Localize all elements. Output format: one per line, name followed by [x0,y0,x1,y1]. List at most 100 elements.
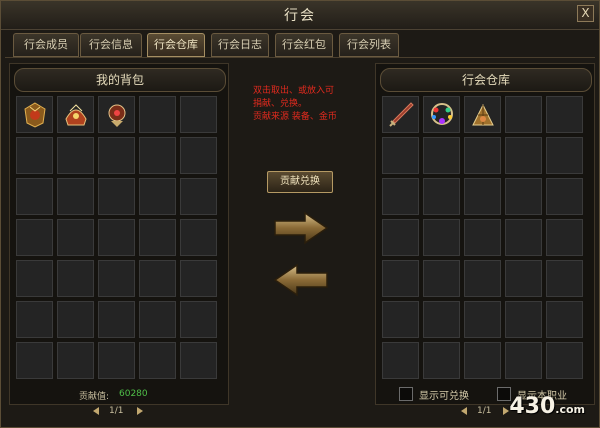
backpack-slot[interactable] [57,219,94,256]
tab-warehouse[interactable]: 行会仓库 [147,33,205,57]
warehouse-slot[interactable] [464,178,501,215]
backpack-slot[interactable] [139,137,176,174]
warehouse-slot[interactable] [505,301,542,338]
warehouse-slot[interactable] [505,260,542,297]
backpack-slot[interactable] [16,342,53,379]
watermark-suffix: .com [555,403,585,416]
warehouse-slot[interactable] [382,260,419,297]
warehouse-slot[interactable] [423,178,460,215]
backpack-slot[interactable] [180,342,217,379]
warehouse-slot[interactable] [423,342,460,379]
backpack-slot[interactable] [139,219,176,256]
backpack-slot[interactable] [98,219,135,256]
warehouse-slot[interactable] [505,178,542,215]
sword-icon [389,102,414,127]
warehouse-slot[interactable] [546,96,583,133]
jewel-necklace-icon [431,103,453,125]
backpack-slot[interactable] [16,137,53,174]
fan-icon [472,103,494,126]
warehouse-slot[interactable] [464,342,501,379]
left-arrow-icon[interactable] [273,263,329,297]
warehouse-slot[interactable] [423,260,460,297]
notice-line: 捐献、兑换。 [253,99,308,109]
watermark-text: 430 [509,394,556,419]
backpack-slot[interactable] [180,260,217,297]
tab-info[interactable]: 行会信息 [80,33,142,57]
backpack-slot[interactable] [16,301,53,338]
prev-page-icon[interactable] [91,406,101,416]
backpack-slot[interactable] [98,260,135,297]
warehouse-slot[interactable] [382,342,419,379]
warehouse-slot[interactable] [464,301,501,338]
backpack-slot[interactable] [16,96,53,133]
warehouse-slot[interactable] [382,219,419,256]
backpack-slot[interactable] [139,301,176,338]
backpack-slot[interactable] [139,260,176,297]
backpack-slot[interactable] [57,178,94,215]
backpack-slot[interactable] [57,260,94,297]
tab-red-packet[interactable]: 行会红包 [275,33,333,57]
tab-members[interactable]: 行会成员 [13,33,79,57]
backpack-slot[interactable] [57,137,94,174]
guild-window: 行会 X 行会成员 行会信息 行会仓库 行会日志 行会红包 行会列表 我的背包 … [0,0,600,428]
warehouse-slot[interactable] [423,301,460,338]
backpack-slot[interactable] [180,96,217,133]
backpack-slot[interactable] [16,260,53,297]
warehouse-slot[interactable] [546,301,583,338]
window-title: 行会 [284,8,316,24]
warehouse-slot[interactable] [505,342,542,379]
warehouse-slot[interactable] [546,137,583,174]
backpack-slot[interactable] [139,342,176,379]
warehouse-slot[interactable] [423,219,460,256]
warehouse-slot[interactable] [382,301,419,338]
warehouse-panel: 行会仓库 [375,63,595,405]
tab-list[interactable]: 行会列表 [339,33,399,57]
warehouse-slot[interactable] [546,219,583,256]
warehouse-slot[interactable] [382,96,419,133]
backpack-slot[interactable] [57,96,94,133]
backpack-slot[interactable] [98,137,135,174]
next-page-icon[interactable] [135,406,145,416]
backpack-slot[interactable] [139,178,176,215]
warehouse-slot[interactable] [382,137,419,174]
backpack-slot[interactable] [139,96,176,133]
warehouse-slot[interactable] [464,96,501,133]
notice-text: 双击取出、或放入可 捐献、兑换。 贡献来源 装备、金币 [253,85,368,124]
close-button[interactable]: X [577,5,594,22]
backpack-slot[interactable] [16,219,53,256]
warehouse-slot[interactable] [464,137,501,174]
backpack-slot[interactable] [98,178,135,215]
backpack-slot[interactable] [98,96,135,133]
prev-page-icon[interactable] [459,406,469,416]
backpack-slot[interactable] [16,178,53,215]
tab-log[interactable]: 行会日志 [211,33,269,57]
backpack-slot[interactable] [98,301,135,338]
show-redeemable-checkbox[interactable] [399,387,413,401]
warehouse-slot[interactable] [423,137,460,174]
backpack-slot[interactable] [57,342,94,379]
backpack-title: 我的背包 [14,68,226,92]
warehouse-slot[interactable] [505,96,542,133]
backpack-slot[interactable] [180,137,217,174]
warehouse-slot[interactable] [464,260,501,297]
warehouse-slot[interactable] [464,219,501,256]
backpack-slot[interactable] [180,301,217,338]
warehouse-slot[interactable] [546,342,583,379]
warehouse-slot[interactable] [505,137,542,174]
warehouse-slot[interactable] [546,260,583,297]
warehouse-slot[interactable] [382,178,419,215]
warehouse-slot[interactable] [423,96,460,133]
contribute-exchange-button[interactable]: 贡献兑换 [267,171,333,193]
backpack-slot[interactable] [180,178,217,215]
right-arrow-icon[interactable] [273,211,329,245]
backpack-slot[interactable] [57,301,94,338]
contribution-value: 60280 [119,389,148,399]
title-bar: 行会 X [1,1,599,30]
warehouse-page-indicator: 1/1 [477,406,492,416]
warehouse-slot[interactable] [546,178,583,215]
backpack-slot[interactable] [98,342,135,379]
warehouse-slot[interactable] [505,219,542,256]
backpack-slot[interactable] [180,219,217,256]
tab-divider [5,57,595,58]
warehouse-title: 行会仓库 [380,68,592,92]
